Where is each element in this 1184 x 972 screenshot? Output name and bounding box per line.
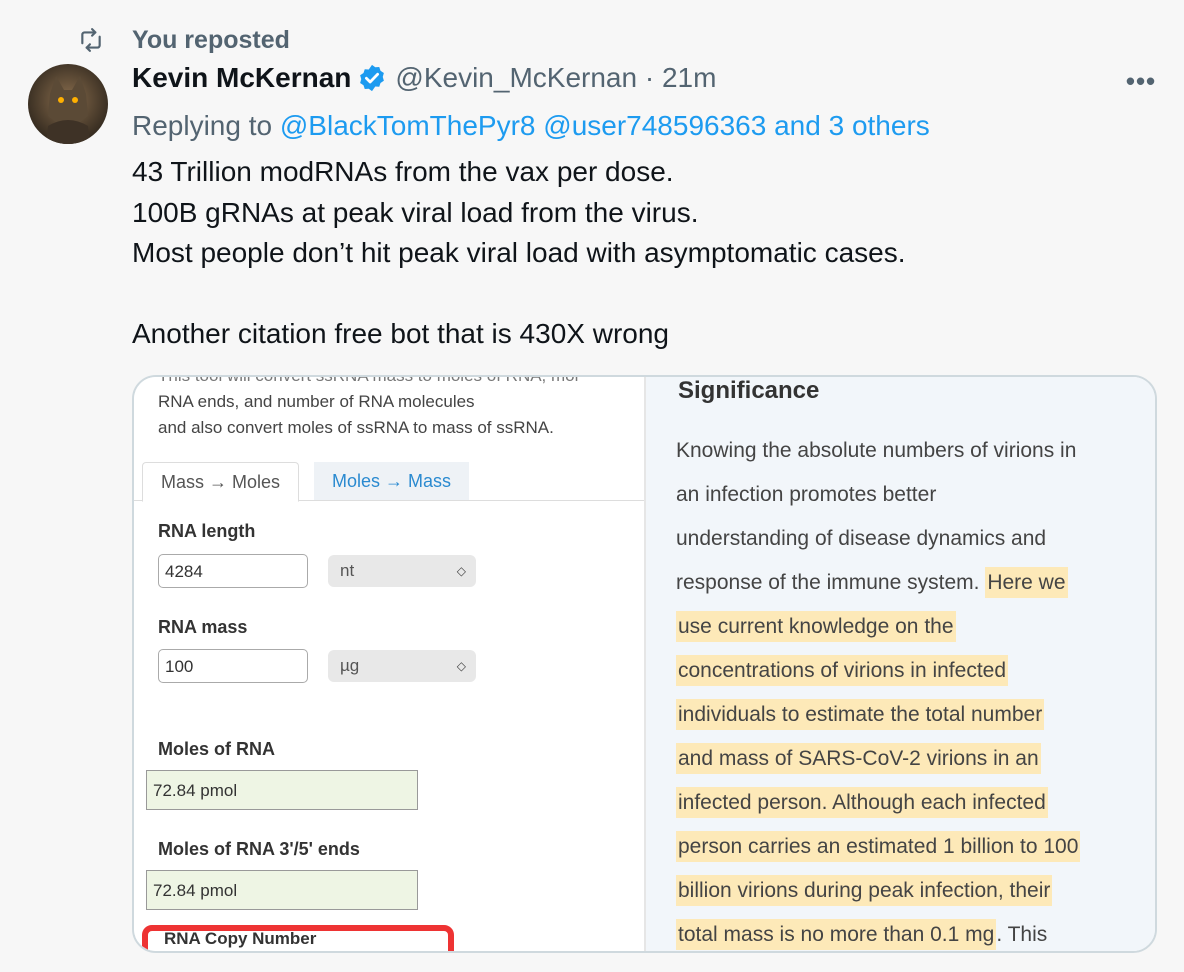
rna-length-unit: nt: [340, 561, 355, 580]
highlighted-text: individuals to estimate the total number: [676, 699, 1045, 730]
significance-line: understanding of disease dynamics and: [676, 527, 1047, 550]
highlighted-text: concentrations of virions in infected: [676, 655, 1009, 686]
verified-badge-icon: [360, 64, 385, 92]
moles-of-rna-value: 72.84 pmol: [146, 770, 418, 810]
author-name[interactable]: Kevin McKernan: [132, 62, 351, 94]
mention-others-link[interactable]: and 3 others: [774, 110, 930, 141]
significance-title: Significance: [678, 377, 820, 404]
replying-to-prefix: Replying to: [132, 110, 280, 141]
significance-line: individuals to estimate the total number: [676, 693, 1080, 737]
avatar[interactable]: [28, 64, 108, 144]
calculator-tabs: Mass → Moles Moles → Mass: [134, 462, 644, 502]
significance-line: use current knowledge on the: [676, 605, 1080, 649]
repost-indicator: You reposted: [78, 24, 290, 56]
moles-ends-label: Moles of RNA 3'/5' ends: [158, 839, 360, 859]
significance-line: an infection promotes better: [676, 483, 937, 506]
more-options-icon[interactable]: •••: [1124, 64, 1158, 98]
significance-line: and mass of SARS-CoV-2 virions in an: [676, 737, 1080, 781]
tweet-text: 43 Trillion modRNAs from the vax per dos…: [132, 152, 906, 355]
rna-mass-unit: µg: [340, 656, 360, 675]
time-separator: ·: [637, 62, 662, 93]
mention-link[interactable]: @BlackTomThePyr8: [280, 110, 536, 141]
significance-line: billion virions during peak infection, t…: [676, 869, 1080, 913]
rna-calculator-screenshot: This tool will convert ssRNA mass to mol…: [134, 377, 646, 951]
rna-mass-unit-select: µg ◇: [328, 650, 476, 682]
rna-length-unit-select: nt ◇: [328, 555, 476, 587]
significance-line: Knowing the absolute numbers of virions …: [676, 439, 1077, 462]
highlighted-text: infected person. Although each infected: [676, 787, 1048, 818]
highlighted-text: Here we: [985, 567, 1068, 598]
select-arrows-icon: ◇: [456, 564, 466, 578]
rna-mass-label: RNA mass: [158, 617, 248, 637]
tweet-line: Another citation free bot that is 430X w…: [132, 318, 669, 349]
significance-line: response of the immune system. Here we: [676, 561, 1080, 605]
significance-line: total mass is no more than 0.1 mg. This: [676, 913, 1080, 951]
tweet-timestamp[interactable]: 21m: [662, 62, 716, 94]
highlighted-text: person carries an estimated 1 billion to…: [676, 831, 1081, 862]
tweet-line: 43 Trillion modRNAs from the vax per dos…: [132, 156, 674, 187]
rna-length-field: 4284: [158, 554, 308, 588]
select-arrows-icon: ◇: [456, 659, 466, 673]
replying-to: Replying to @BlackTomThePyr8 @user748596…: [132, 110, 930, 142]
significance-line: infected person. Although each infected: [676, 781, 1080, 825]
author-handle[interactable]: @Kevin_McKernan: [395, 62, 637, 94]
tweet-line: 100B gRNAs at peak viral load from the v…: [132, 196, 699, 228]
rna-length-label: RNA length: [158, 521, 256, 541]
highlighted-text: use current knowledge on the: [676, 611, 956, 642]
rna-copy-number-label: RNA Copy Number: [164, 929, 317, 948]
mention-link[interactable]: @user748596363: [543, 110, 766, 141]
tweet-line: Most people don’t hit peak viral load wi…: [132, 237, 906, 268]
significance-text: Knowing the absolute numbers of virions …: [676, 429, 1081, 951]
repost-icon: [81, 28, 101, 52]
rna-mass-field: 100: [158, 649, 308, 683]
highlighted-text: and mass of SARS-CoV-2 virions in an: [676, 743, 1041, 774]
tweet-header: Kevin McKernan @Kevin_McKernan · 21m: [132, 62, 716, 94]
tab-mass-to-moles: Mass → Moles: [142, 462, 300, 502]
tab-moles-to-mass: Moles → Mass: [314, 462, 470, 500]
moles-ends-value: 72.84 pmol: [146, 870, 418, 910]
significance-line: concentrations of virions in infected: [676, 649, 1080, 693]
significance-excerpt: Significance Knowing the absolute number…: [646, 377, 1155, 951]
rna-copy-number-highlight: RNA Copy Number: [142, 925, 454, 951]
highlighted-text: billion virions during peak infection, t…: [676, 875, 1053, 906]
moles-of-rna-label: Moles of RNA: [158, 739, 275, 759]
highlighted-text: total mass is no more than 0.1 mg: [676, 919, 997, 950]
tweet-media-image[interactable]: This tool will convert ssRNA mass to mol…: [132, 375, 1157, 953]
tweet-line-blank: [132, 274, 906, 315]
calculator-intro: This tool will convert ssRNA mass to mol…: [158, 375, 579, 437]
repost-label: You reposted: [132, 25, 290, 54]
significance-line: person carries an estimated 1 billion to…: [676, 825, 1081, 869]
